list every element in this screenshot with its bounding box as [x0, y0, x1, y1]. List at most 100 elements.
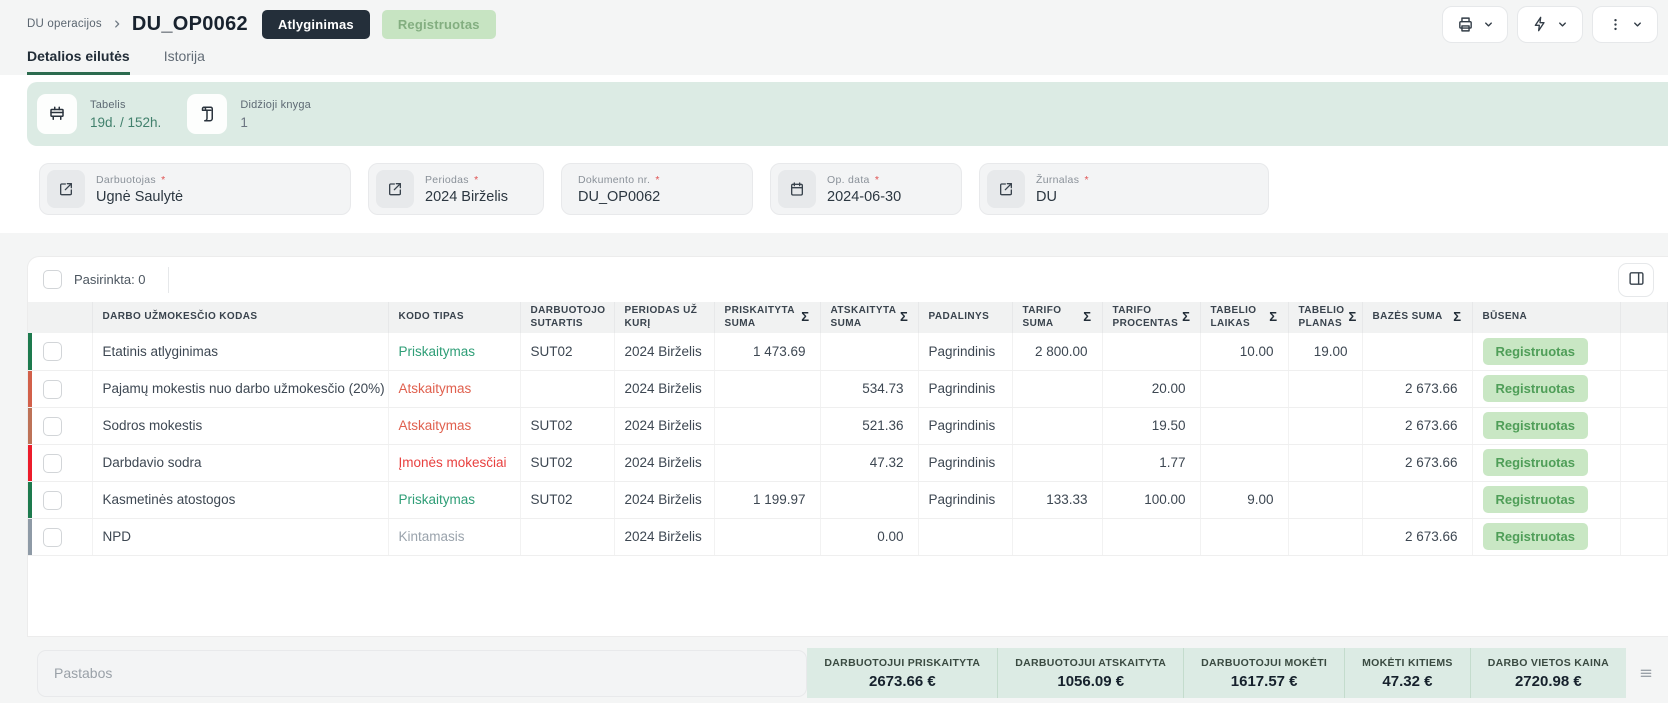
column-header-timesheet-plan[interactable]: Tabelio planas Σ [1288, 302, 1363, 333]
table-row[interactable]: Pajamų mokestis nuo darbo užmokesčio (20… [28, 370, 1668, 408]
info-label: Tabelis [90, 98, 126, 111]
cell-deducted [820, 333, 919, 371]
print-button[interactable] [1442, 5, 1508, 43]
status-badge[interactable]: Registruotas [1482, 337, 1588, 365]
cell-department: Pagrindinis [918, 481, 1013, 519]
cell-period: 2024 Birželis [614, 481, 715, 519]
cell-base-sum [1362, 481, 1473, 519]
info-value: 19d. / 152h. [90, 114, 162, 130]
printer-icon [1457, 16, 1474, 33]
cell-tariff-sum [1012, 370, 1103, 408]
column-header-tariff-percent[interactable]: Tarifo procentas Σ [1102, 302, 1201, 333]
chevron-down-icon [1483, 19, 1494, 30]
column-header-period[interactable]: Periodas už kurį [614, 302, 715, 333]
cell-accrued: 1 473.69 [714, 333, 821, 371]
column-header-base-sum[interactable]: Bazės suma Σ [1362, 302, 1473, 333]
table-row[interactable]: Kasmetinės atostogos Priskaitymas SUT02 202… [28, 481, 1668, 519]
status-badge[interactable]: Registruotas [1482, 412, 1588, 439]
select-all-checkbox[interactable] [43, 270, 62, 289]
sum-sigma-icon[interactable]: Σ [801, 309, 809, 325]
timesheet-icon [37, 94, 77, 134]
field--urnalas[interactable]: Žurnalas * DU [979, 163, 1269, 215]
field-darbuotojas[interactable]: Darbuotojas * Ugnė Saulytė [39, 163, 351, 215]
table-row[interactable]: Sodros mokestis Atskaitymas SUT02 2024 Birž… [28, 407, 1668, 445]
cell-period: 2024 Birželis [614, 370, 715, 408]
actions-button[interactable] [1517, 5, 1583, 43]
tab-detail-lines[interactable]: Detalios eilutės [27, 42, 130, 75]
field-dokumento-nr-[interactable]: Dokumento nr. * DU_OP0062 [561, 163, 753, 215]
column-header-tariff-sum[interactable]: Tarifo suma Σ [1012, 302, 1103, 333]
cell-timesheet-time [1200, 407, 1289, 445]
row-select-cell [28, 333, 93, 371]
field-periodas[interactable]: Periodas * 2024 Birželis [368, 163, 544, 215]
cell-tariff-sum: 133.33 [1012, 481, 1103, 519]
row-checkbox[interactable] [43, 527, 62, 547]
external-link-icon [47, 170, 85, 208]
footer-bar: DARBUOTOJUI PRISKAITYTA2673.66 €DARBUOTO… [37, 648, 1654, 698]
top-actions [1442, 5, 1658, 43]
column-header-code[interactable]: Darbo užmokesčio kodas [92, 302, 389, 333]
field-label: Periodas * [425, 173, 479, 186]
column-header-type[interactable]: Kodo tipas [388, 302, 521, 333]
kebab-icon [1608, 17, 1623, 32]
info-item-timesheet[interactable]: Tabelis 19d. / 152h. [37, 94, 161, 134]
cell-timesheet-time: 10.00 [1200, 333, 1289, 371]
cell-department: Pagrindinis [918, 407, 1013, 445]
column-header-deducted[interactable]: Atskaityta suma Σ [820, 302, 919, 333]
breadcrumb[interactable]: DU operacijos [27, 18, 102, 30]
required-asterisk: * [874, 173, 880, 186]
column-header-department[interactable]: Padalinys [918, 302, 1013, 333]
row-checkbox[interactable] [43, 342, 62, 361]
column-header-status[interactable]: Būsena [1472, 302, 1621, 333]
column-header-contract[interactable]: Darbuotojo sutartis [520, 302, 615, 333]
column-label: Darbuotojo sutartis [530, 305, 606, 329]
cell-status: Registruotas [1472, 370, 1621, 408]
status-badge[interactable]: Registruotas [1482, 449, 1588, 476]
status-badge[interactable]: Registruotas [1482, 486, 1588, 513]
cell-tariff-percent: 19.50 [1102, 407, 1201, 445]
row-checkbox[interactable] [43, 379, 62, 399]
row-select-cell [28, 481, 93, 519]
notes-input[interactable] [37, 649, 808, 697]
sum-sigma-icon[interactable]: Σ [1453, 309, 1461, 325]
total-value: 1617.57 € [1230, 672, 1298, 690]
status-badge[interactable]: Registruotas [1482, 523, 1588, 550]
row-checkbox[interactable] [43, 416, 62, 436]
cell-type: Įmonės mokesčiai [388, 444, 521, 482]
table-row[interactable]: Etatinis atlyginimas Priskaitymas SUT02 202… [28, 333, 1668, 371]
info-item-ledger[interactable]: Didžioji knyga 1 [187, 94, 311, 134]
tab-history[interactable]: Istorija [164, 42, 205, 75]
row-checkbox[interactable] [43, 453, 62, 473]
cell-code: Etatinis atlyginimas [92, 333, 389, 371]
sum-sigma-icon[interactable]: Σ [1083, 309, 1091, 325]
cell-period: 2024 Birželis [614, 407, 715, 445]
ledger-icon [187, 94, 228, 134]
field-op-data[interactable]: Op. data * 2024-06-30 [770, 163, 962, 215]
column-label: Periodas už kurį [624, 305, 698, 329]
cell-base-sum: 2 673.66 [1362, 370, 1473, 408]
cell-contract: SUT02 [520, 333, 615, 371]
column-settings-button[interactable] [1618, 262, 1654, 297]
table-controls: Pasirinkta: 0 [28, 257, 1668, 302]
row-select-cell [28, 407, 93, 445]
cell-timesheet-time [1200, 370, 1289, 408]
sum-sigma-icon[interactable]: Σ [900, 309, 908, 325]
cell-department: Pagrindinis [918, 333, 1013, 371]
sum-sigma-icon[interactable]: Σ [1269, 309, 1277, 325]
drag-handle-icon[interactable] [1638, 665, 1654, 681]
detail-lines-table: Darbo užmokesčio kodas Kodo tipas Darbuoto… [28, 302, 1668, 556]
document-status-badge: Registruotas [381, 9, 496, 39]
sum-sigma-icon[interactable]: Σ [1348, 309, 1356, 325]
row-checkbox[interactable] [43, 490, 62, 510]
cell-tariff-percent [1102, 333, 1201, 371]
external-link-icon [376, 170, 414, 208]
sum-sigma-icon[interactable]: Σ [1182, 309, 1190, 325]
table-row[interactable]: Darbdavio sodra Įmonės mokesčiai SUT02 2024… [28, 444, 1668, 482]
field-value: DU [1036, 188, 1057, 205]
column-header-accrued[interactable]: Priskaityta suma Σ [714, 302, 821, 333]
table-row[interactable]: NPD Kintamasis 2024 Birželis 0.00 2 673.66 Re… [28, 518, 1668, 556]
status-badge[interactable]: Registruotas [1482, 375, 1588, 402]
more-options-button[interactable] [1592, 5, 1658, 43]
column-header-timesheet-time[interactable]: Tabelio laikas Σ [1200, 302, 1289, 333]
column-label: Bazės suma [1372, 311, 1443, 323]
